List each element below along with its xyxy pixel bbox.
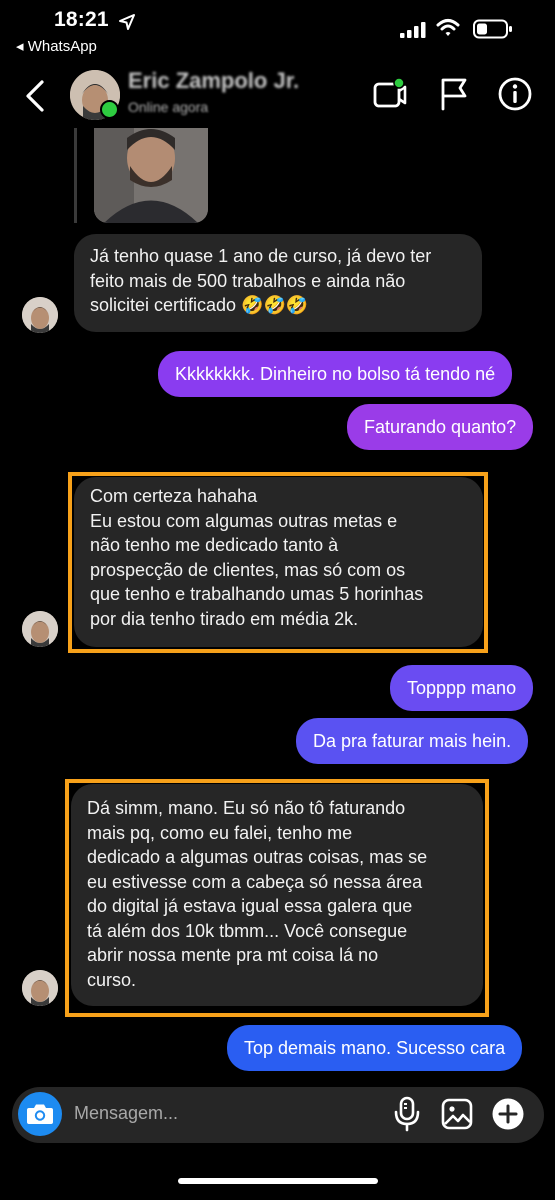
- camera-button[interactable]: [18, 1092, 62, 1136]
- sender-photo-icon: [22, 611, 58, 647]
- sent-message: Da pra faturar mais hein.: [296, 718, 529, 764]
- received-message: Com certeza hahaha Eu estou com algumas …: [74, 477, 483, 647]
- home-indicator: [178, 1178, 378, 1184]
- photo-thumbnail-icon: [94, 128, 208, 223]
- flag-icon[interactable]: [435, 75, 473, 113]
- battery-icon: [473, 19, 512, 39]
- sender-avatar[interactable]: [22, 970, 58, 1006]
- sent-message: Topppp mano: [390, 665, 534, 711]
- gallery-icon[interactable]: [440, 1097, 474, 1131]
- back-chevron-icon[interactable]: [20, 78, 52, 114]
- sender-avatar[interactable]: [22, 611, 58, 647]
- sent-message: Top demais mano. Sucesso cara: [227, 1025, 523, 1071]
- status-time: 18:21: [54, 8, 109, 31]
- location-arrow-icon: [119, 14, 135, 30]
- sender-avatar[interactable]: [22, 297, 58, 333]
- sent-message: Kkkkkkkk. Dinheiro no bolso tá tendo né: [158, 351, 513, 397]
- back-to-app-link[interactable]: ◂ WhatsApp: [16, 37, 97, 55]
- sent-message: Faturando quanto?: [347, 404, 534, 450]
- wifi-icon: [436, 19, 460, 36]
- received-message: Dá simm, mano. Eu só não tô faturando ma…: [71, 784, 483, 1006]
- info-icon[interactable]: [496, 75, 534, 113]
- sender-photo-icon: [22, 970, 58, 1006]
- camera-icon: [27, 1104, 53, 1124]
- shared-photo[interactable]: [94, 128, 208, 223]
- received-message: Já tenho quase 1 ano de curso, já devo t…: [74, 234, 482, 332]
- sender-photo-icon: [22, 297, 58, 333]
- message-input[interactable]: Mensagem...: [74, 1103, 178, 1124]
- online-indicator: [100, 100, 119, 119]
- add-attachment-icon[interactable]: [491, 1097, 525, 1131]
- contact-name[interactable]: Eric Zampolo Jr.: [128, 68, 299, 94]
- cellular-signal-icon: [400, 22, 426, 38]
- video-call-icon[interactable]: [371, 75, 409, 113]
- reply-divider: [74, 128, 77, 223]
- microphone-icon[interactable]: [393, 1096, 421, 1132]
- contact-status: Online agora: [128, 99, 209, 115]
